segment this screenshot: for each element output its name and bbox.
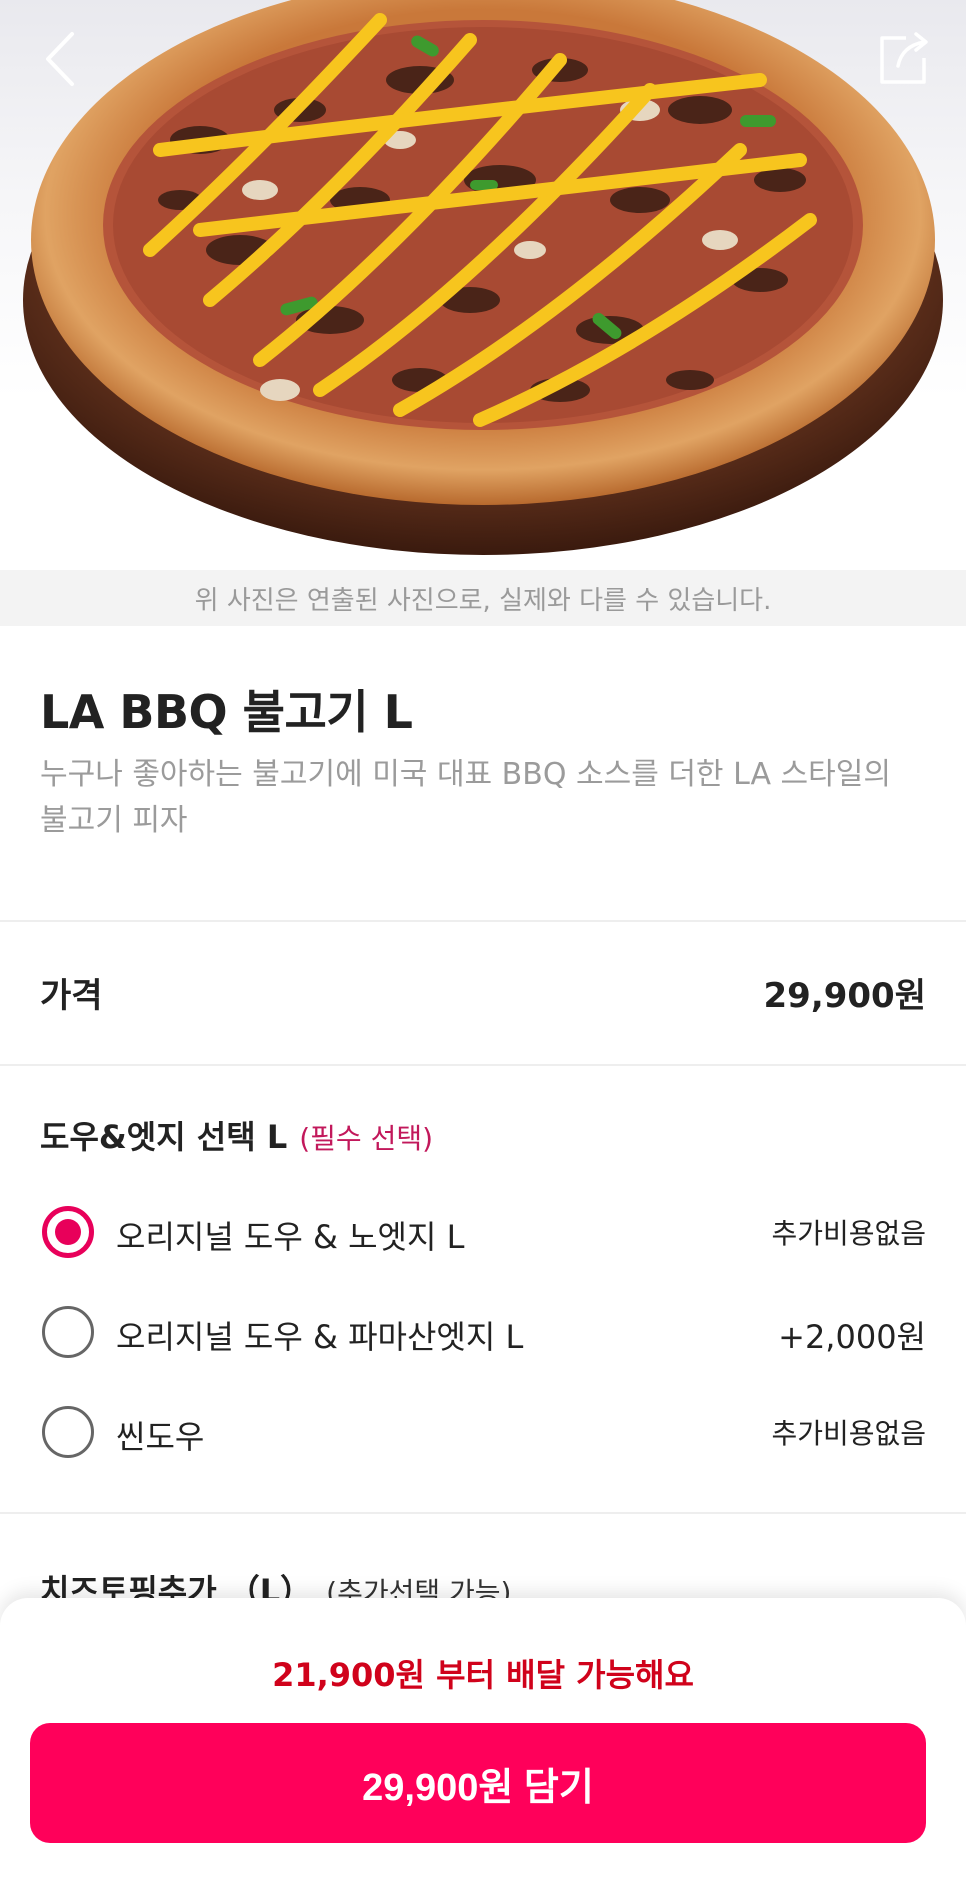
dough-option-thin[interactable]: 씬도우 추가비용없음: [0, 1390, 966, 1480]
divider: [0, 1064, 966, 1066]
divider: [0, 1512, 966, 1514]
dough-option-original-noedge[interactable]: 오리지널 도우 & 노엣지 L 추가비용없음: [0, 1190, 966, 1280]
price-label: 가격: [40, 976, 103, 1016]
divider: [0, 920, 966, 922]
back-button[interactable]: [28, 24, 98, 94]
order-bottom-sheet: 21,900원 부터 배달 가능해요 29,900원 담기: [0, 1598, 966, 1883]
option-price: 추가비용없음: [771, 1417, 926, 1450]
min-order-notice: 21,900원 부터 배달 가능해요: [272, 1656, 694, 1694]
share-button[interactable]: [868, 24, 938, 94]
image-disclaimer: 위 사진은 연출된 사진으로, 실제와 다를 수 있습니다.: [0, 570, 966, 626]
option-price: 추가비용없음: [771, 1217, 926, 1250]
dough-option-original-parmesan[interactable]: 오리지널 도우 & 파마산엣지 L +2,000원: [0, 1290, 966, 1380]
chevron-left-icon: [46, 32, 74, 86]
radio-unselected-icon[interactable]: [42, 1306, 94, 1358]
price-value: 29,900원: [763, 976, 926, 1016]
radio-unselected-icon[interactable]: [42, 1406, 94, 1458]
dough-section-label: 도우&엣지 선택 L: [40, 1118, 288, 1156]
product-title: LA BBQ 불고기 L: [40, 685, 413, 739]
product-image: [0, 0, 966, 570]
option-label: 씬도우: [116, 1418, 205, 1456]
add-to-cart-button[interactable]: 29,900원 담기: [30, 1723, 926, 1843]
dough-section-title: 도우&엣지 선택 L (필수 선택): [40, 1112, 433, 1158]
required-badge: (필수 선택): [299, 1122, 434, 1155]
share-icon: [880, 32, 928, 84]
pizza-image: [23, 0, 943, 555]
option-label: 오리지널 도우 & 노엣지 L: [116, 1218, 465, 1256]
radio-selected-icon[interactable]: [42, 1206, 94, 1258]
option-price: +2,000원: [778, 1318, 926, 1356]
option-label: 오리지널 도우 & 파마산엣지 L: [116, 1318, 524, 1356]
product-description: 누구나 좋아하는 불고기에 미국 대표 BBQ 소스를 더한 LA 스타일의 불…: [40, 757, 891, 838]
